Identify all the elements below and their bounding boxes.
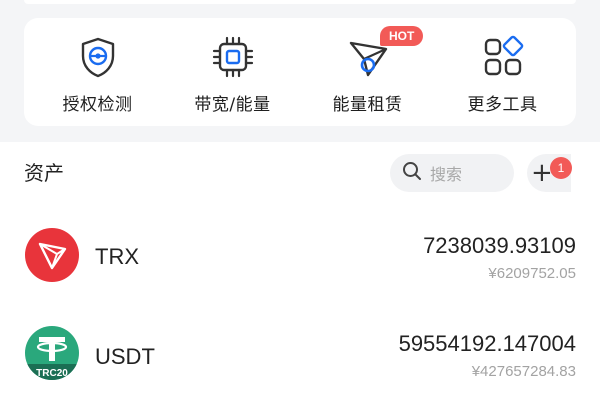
tool-label: 能量租赁	[332, 95, 403, 115]
tool-authorization-check[interactable]: 授权检测	[30, 18, 165, 126]
asset-list: TRX 7238039.93109 ¥6209752.05 TRC20 USDT…	[0, 202, 600, 400]
tool-label: 更多工具	[467, 95, 538, 115]
tool-label: 带宽/能量	[194, 95, 271, 115]
search-placeholder: 搜索	[430, 165, 463, 184]
asset-symbol: TRX	[95, 244, 139, 269]
shield-check-icon	[75, 34, 121, 80]
asset-row-trx[interactable]: TRX 7238039.93109 ¥6209752.05	[0, 210, 600, 306]
notification-badge: 1	[550, 157, 572, 179]
trc20-tag: TRC20	[36, 368, 68, 379]
tool-label: 授权检测	[62, 95, 133, 115]
tool-bandwidth-energy[interactable]: 带宽/能量	[165, 18, 300, 126]
assets-title: 资产	[24, 161, 64, 185]
usdt-trc20-logo-icon: TRC20	[25, 326, 79, 380]
tools-card: 授权检测 带宽/能量 HOT 能量租赁 更多工具	[24, 18, 576, 126]
tool-energy-rental[interactable]: HOT 能量租赁	[300, 18, 435, 126]
hot-badge: HOT	[380, 26, 424, 46]
asset-row-usdt[interactable]: TRC20 USDT 59554192.147004 ¥427657284.83	[0, 306, 600, 400]
asset-amount: 7238039.93109	[423, 233, 576, 258]
asset-fiat-value: ¥6209752.05	[488, 265, 576, 282]
asset-fiat-value: ¥427657284.83	[471, 363, 576, 380]
tool-more-tools[interactable]: 更多工具	[435, 18, 570, 126]
chip-icon	[210, 34, 256, 80]
top-card	[24, 0, 576, 4]
asset-amount: 59554192.147004	[398, 331, 576, 356]
search-icon	[402, 161, 422, 185]
trx-logo-icon	[25, 228, 79, 282]
grid-icon	[480, 34, 526, 80]
search-input[interactable]: 搜索	[390, 154, 514, 192]
asset-symbol: USDT	[95, 344, 155, 369]
